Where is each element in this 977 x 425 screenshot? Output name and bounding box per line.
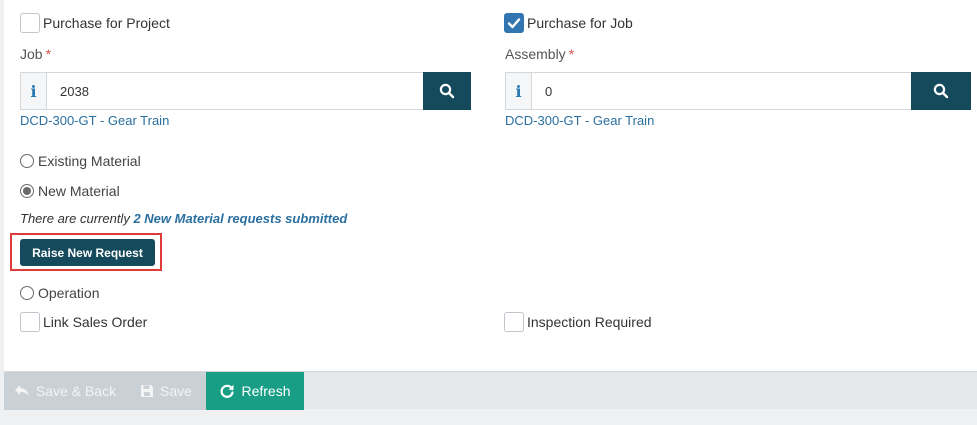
purchase-for-project-label: Purchase for Project xyxy=(43,15,170,31)
assembly-label-text: Assembly xyxy=(505,46,566,62)
inspection-required-checkbox[interactable] xyxy=(504,312,524,332)
floppy-disk-icon xyxy=(141,385,154,397)
inspection-required-row: Inspection Required xyxy=(504,312,652,332)
save-button[interactable]: Save xyxy=(126,372,206,410)
assembly-input[interactable] xyxy=(532,73,911,109)
assembly-search-button[interactable] xyxy=(911,72,971,110)
purchase-for-project-checkbox[interactable] xyxy=(20,13,40,33)
assembly-field-label: Assembly * xyxy=(505,46,574,62)
save-back-button[interactable]: Save & Back xyxy=(4,372,126,410)
refresh-label: Refresh xyxy=(241,383,291,399)
material-requests-notice: There are currently 2 New Material reque… xyxy=(20,211,347,226)
existing-material-label: Existing Material xyxy=(38,153,141,169)
info-icon[interactable]: i xyxy=(506,73,532,109)
check-icon xyxy=(507,18,521,29)
reply-arrow-icon xyxy=(14,385,29,397)
existing-material-option[interactable]: Existing Material xyxy=(20,153,141,169)
job-input-group: i xyxy=(20,72,471,110)
save-back-label: Save & Back xyxy=(35,383,117,399)
link-sales-order-row: Link Sales Order xyxy=(20,312,147,332)
purchase-for-project-row: Purchase for Project xyxy=(20,13,170,33)
job-search-button[interactable] xyxy=(423,72,471,110)
new-material-label: New Material xyxy=(38,183,120,199)
inspection-required-label: Inspection Required xyxy=(527,314,652,330)
raise-new-request-button[interactable]: Raise New Request xyxy=(20,239,155,266)
job-field-label: Job * xyxy=(20,46,51,62)
job-input[interactable] xyxy=(47,73,423,109)
purchase-for-job-label: Purchase for Job xyxy=(527,15,633,31)
link-sales-order-checkbox[interactable] xyxy=(20,312,40,332)
purchase-for-job-row: Purchase for Job xyxy=(504,13,633,33)
search-icon xyxy=(933,83,949,99)
material-requests-link[interactable]: 2 New Material requests submitted xyxy=(133,211,347,226)
operation-option[interactable]: Operation xyxy=(20,285,99,301)
new-material-radio[interactable] xyxy=(20,184,34,198)
search-icon xyxy=(439,83,455,99)
purchase-for-job-checkbox[interactable] xyxy=(504,13,524,33)
footer-toolbar: Save & Back Save Refresh xyxy=(4,371,977,410)
save-label: Save xyxy=(160,383,192,399)
existing-material-radio[interactable] xyxy=(20,154,34,168)
assembly-description-link[interactable]: DCD-300-GT - Gear Train xyxy=(505,113,654,128)
link-sales-order-label: Link Sales Order xyxy=(43,314,148,330)
refresh-button[interactable]: Refresh xyxy=(206,372,304,410)
job-description-link[interactable]: DCD-300-GT - Gear Train xyxy=(20,113,169,128)
operation-radio[interactable] xyxy=(20,286,34,300)
job-label-text: Job xyxy=(20,46,43,62)
assembly-input-group: i xyxy=(505,72,971,110)
notice-prefix: There are currently xyxy=(20,211,134,226)
operation-label: Operation xyxy=(38,285,100,301)
new-material-option[interactable]: New Material xyxy=(20,183,120,199)
job-required-mark: * xyxy=(45,46,52,62)
info-icon[interactable]: i xyxy=(21,73,47,109)
form-panel: Purchase for Project Purchase for Job Jo… xyxy=(4,0,977,371)
assembly-required-mark: * xyxy=(568,46,575,62)
refresh-icon xyxy=(221,384,235,398)
